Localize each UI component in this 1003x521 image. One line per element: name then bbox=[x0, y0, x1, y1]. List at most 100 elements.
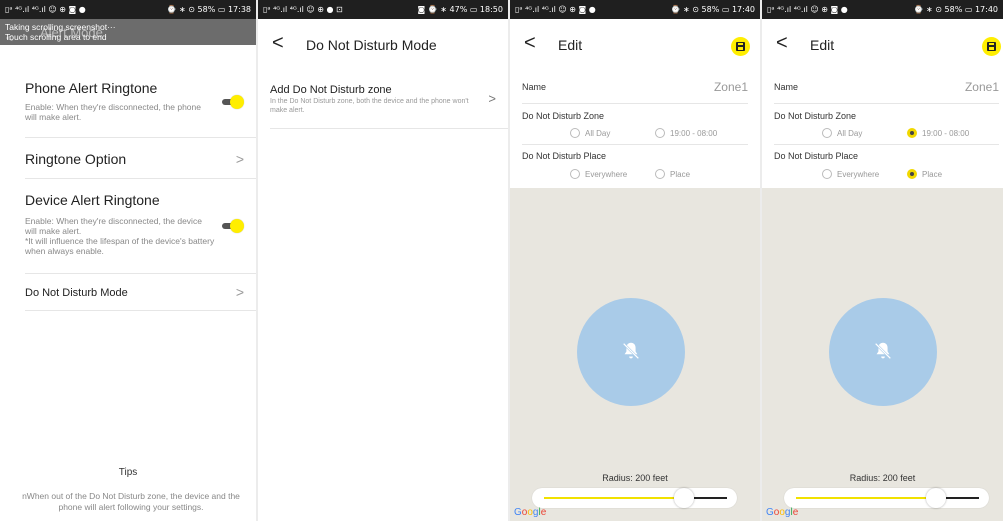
radio-circle-icon bbox=[822, 169, 832, 179]
zone-option-night[interactable]: 19:00 - 08:00 bbox=[655, 128, 717, 138]
toggle-knob bbox=[230, 219, 244, 233]
status-left: ▯ᵃ ⁴ᴳ.ıl ⁴ᴳ.ıl ☺ ⊕ ◙ ● bbox=[515, 5, 596, 14]
divider bbox=[522, 144, 748, 145]
radio-circle-icon bbox=[570, 169, 580, 179]
status-left: ▯ᵃ ⁴ᴳ.ıl ⁴ᴳ.ıl ☺ ⊕ ● ⊡ bbox=[263, 5, 343, 14]
dnd-mode-row[interactable]: Do Not Disturb Mode bbox=[25, 287, 244, 299]
name-value-field[interactable]: Zone1 bbox=[965, 80, 999, 94]
dnd-mode-label: Do Not Disturb Mode bbox=[25, 287, 128, 299]
phone-alert-toggle[interactable] bbox=[222, 95, 244, 109]
tips-title: Tips bbox=[118, 467, 138, 478]
google-logo: Google bbox=[766, 507, 799, 518]
zone-option-night[interactable]: 19:00 - 08:00 bbox=[907, 128, 969, 138]
divider bbox=[25, 137, 256, 138]
page-title: Edit bbox=[558, 37, 583, 53]
google-logo: Google bbox=[514, 507, 547, 518]
status-bar: ▯ᵃ ⁴ᴳ.ıl ⁴ᴳ.ıl ☺ ⊕ ◙ ● ⌚ ∗ ⊙ 58% ▭ 17:38 bbox=[0, 0, 256, 19]
place-option-label: Everywhere bbox=[837, 169, 880, 179]
place-option-place[interactable]: Place bbox=[655, 169, 690, 179]
status-right: ⌚ ∗ ⊙ 58% ▭ 17:40 bbox=[670, 5, 755, 14]
place-option-label: Everywhere bbox=[585, 169, 628, 179]
phone-alert-title: Phone Alert Ringtone bbox=[25, 80, 158, 96]
place-label: Do Not Disturb Place bbox=[522, 151, 607, 161]
radius-slider[interactable] bbox=[532, 488, 737, 508]
device-alert-toggle[interactable] bbox=[222, 219, 244, 233]
zone-option-all-day[interactable]: All Day bbox=[570, 128, 610, 138]
place-option-label: Place bbox=[922, 169, 943, 179]
place-option-place[interactable]: Place bbox=[907, 169, 942, 179]
name-label: Name bbox=[774, 82, 799, 92]
radio-circle-icon bbox=[822, 128, 832, 138]
status-left: ▯ᵃ ⁴ᴳ.ıl ⁴ᴳ.ıl ☺ ⊕ ◙ ● bbox=[5, 5, 86, 14]
zone-option-all-day[interactable]: All Day bbox=[822, 128, 862, 138]
chevron-right-icon[interactable]: > bbox=[488, 91, 496, 106]
status-right: ◙ ⌚ ∗ 47% ▭ 18:50 bbox=[417, 5, 503, 14]
header-bar: < Alert Mode Taking scrolling screenshot… bbox=[0, 19, 256, 45]
edit-zone-screen-selected: ▯ᵃ ⁴ᴳ.ıl ⁴ᴳ.ıl ☺ ⊕ ◙ ● ⌚ ∗ ⊙ 58% ▭ 17:40… bbox=[762, 0, 1003, 521]
place-label: Do Not Disturb Place bbox=[774, 151, 859, 161]
radius-slider[interactable] bbox=[784, 488, 989, 508]
divider bbox=[25, 310, 256, 311]
slider-thumb[interactable] bbox=[926, 488, 946, 508]
bell-off-icon bbox=[874, 342, 892, 360]
radius-label: Radius: 200 feet bbox=[602, 473, 668, 483]
status-right: ⌚ ∗ ⊙ 58% ▭ 17:40 bbox=[913, 5, 998, 14]
chevron-right-icon: > bbox=[235, 284, 244, 300]
save-button[interactable] bbox=[731, 37, 750, 56]
name-label: Name bbox=[522, 82, 547, 92]
device-alert-note: *It will influence the lifespan of the d… bbox=[25, 236, 215, 256]
page-title: Do Not Disturb Mode bbox=[306, 37, 437, 53]
zone-label: Do Not Disturb Zone bbox=[522, 111, 605, 121]
device-alert-desc: Enable: When they're disconnected, the d… bbox=[25, 216, 202, 236]
chevron-right-icon: > bbox=[235, 151, 244, 167]
phone-alert-setting: Phone Alert Ringtone Enable: When they'r… bbox=[25, 80, 244, 122]
add-dnd-zone-title[interactable]: Add Do Not Disturb zone bbox=[270, 84, 392, 96]
divider bbox=[25, 273, 256, 274]
ringtone-option-row[interactable]: Ringtone Option bbox=[25, 151, 244, 167]
place-option-everywhere[interactable]: Everywhere bbox=[570, 169, 627, 179]
toggle-knob bbox=[230, 95, 244, 109]
save-disk-icon bbox=[987, 42, 996, 51]
zone-option-label: 19:00 - 08:00 bbox=[922, 128, 970, 138]
slider-fill bbox=[544, 497, 674, 499]
slider-track bbox=[946, 497, 979, 499]
phone-alert-desc: Enable: When they're disconnected, the p… bbox=[25, 102, 201, 122]
zone-option-label: 19:00 - 08:00 bbox=[670, 128, 718, 138]
divider bbox=[522, 103, 748, 104]
header-bar: < Do Not Disturb Mode bbox=[258, 19, 508, 73]
tips-body: nWhen out of the Do Not Disturb zone, th… bbox=[22, 491, 240, 512]
radio-circle-icon bbox=[907, 169, 917, 179]
back-arrow-icon[interactable]: < bbox=[776, 32, 788, 55]
screenshot-overlay-hint[interactable]: Touch scrolling area to end bbox=[5, 32, 107, 42]
ringtone-option-label: Ringtone Option bbox=[25, 151, 127, 167]
bell-off-icon bbox=[622, 342, 640, 360]
radio-circle-icon bbox=[907, 128, 917, 138]
save-button[interactable] bbox=[982, 37, 1001, 56]
device-alert-setting: Device Alert Ringtone Enable: When they'… bbox=[25, 192, 244, 256]
name-value-field[interactable]: Zone1 bbox=[714, 80, 748, 94]
radio-circle-icon bbox=[655, 169, 665, 179]
radio-circle-icon bbox=[655, 128, 665, 138]
zone-option-label: All Day bbox=[837, 128, 863, 138]
zone-radius-circle bbox=[577, 298, 685, 406]
status-bar: ▯ᵃ ⁴ᴳ.ıl ⁴ᴳ.ıl ☺ ⊕ ◙ ● ⌚ ∗ ⊙ 58% ▭ 17:40 bbox=[762, 0, 1003, 19]
map-view[interactable] bbox=[762, 188, 1003, 521]
alert-mode-screen: ▯ᵃ ⁴ᴳ.ıl ⁴ᴳ.ıl ☺ ⊕ ◙ ● ⌚ ∗ ⊙ 58% ▭ 17:38… bbox=[0, 0, 256, 521]
dnd-mode-screen: ▯ᵃ ⁴ᴳ.ıl ⁴ᴳ.ıl ☺ ⊕ ● ⊡ ◙ ⌚ ∗ 47% ▭ 18:50… bbox=[258, 0, 508, 521]
edit-zone-screen: ▯ᵃ ⁴ᴳ.ıl ⁴ᴳ.ıl ☺ ⊕ ◙ ● ⌚ ∗ ⊙ 58% ▭ 17:40… bbox=[510, 0, 760, 521]
slider-thumb[interactable] bbox=[674, 488, 694, 508]
header-bar: < Edit bbox=[510, 19, 760, 73]
back-arrow-icon[interactable]: < bbox=[524, 32, 536, 55]
status-right: ⌚ ∗ ⊙ 58% ▭ 17:38 bbox=[166, 5, 251, 14]
radius-label: Radius: 200 feet bbox=[849, 473, 916, 483]
add-dnd-zone-desc: In the Do Not Disturb zone, both the dev… bbox=[270, 98, 469, 114]
slider-track bbox=[694, 497, 727, 499]
back-arrow-icon[interactable]: < bbox=[272, 32, 284, 55]
place-option-label: Place bbox=[670, 169, 691, 179]
screenshot-overlay-text: Taking scrolling screenshot··· bbox=[5, 22, 116, 32]
device-alert-title: Device Alert Ringtone bbox=[25, 192, 160, 208]
radio-circle-icon bbox=[570, 128, 580, 138]
place-option-everywhere[interactable]: Everywhere bbox=[822, 169, 879, 179]
map-view[interactable] bbox=[510, 188, 760, 521]
zone-label: Do Not Disturb Zone bbox=[774, 111, 857, 121]
